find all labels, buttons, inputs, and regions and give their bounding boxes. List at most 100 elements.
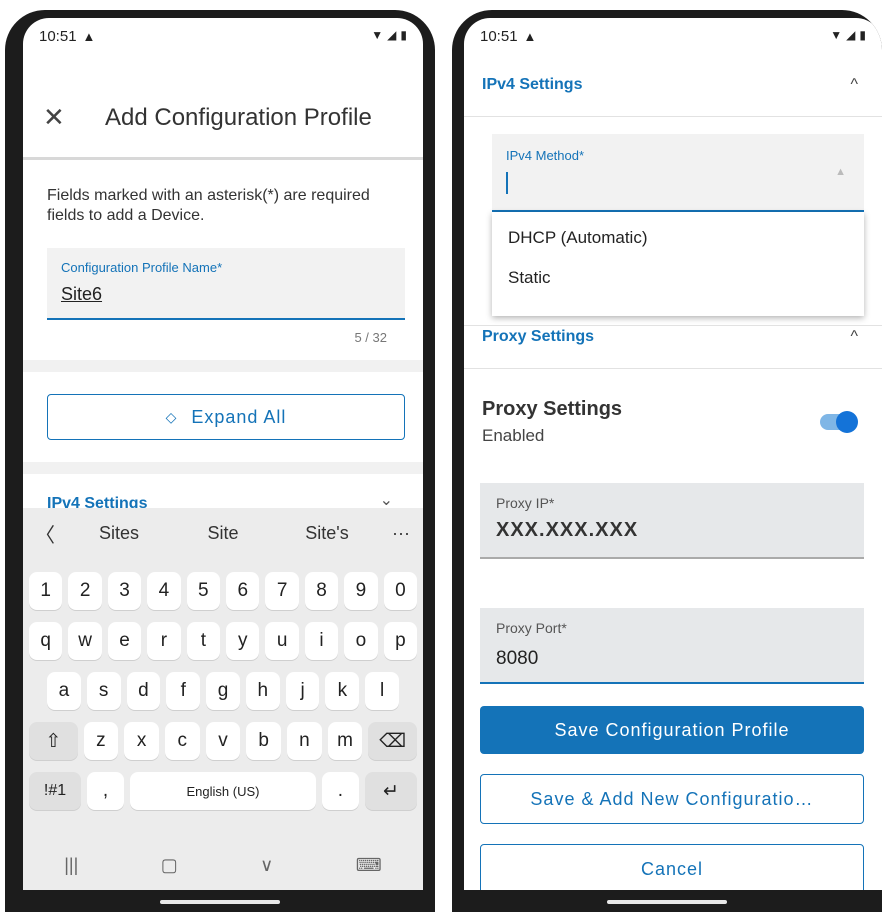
key[interactable]: g bbox=[206, 672, 240, 710]
proxy-toggle-switch[interactable] bbox=[820, 411, 858, 433]
number-row: 1 2 3 4 5 6 7 8 9 0 bbox=[29, 572, 418, 610]
option-static[interactable]: Static bbox=[492, 258, 864, 298]
ipv4-method-label: IPv4 Method* bbox=[506, 148, 585, 163]
proxy-section-header[interactable]: Proxy Settings ^ bbox=[464, 314, 882, 360]
save-profile-button[interactable]: Save Configuration Profile bbox=[480, 706, 864, 754]
backspace-key[interactable]: ⌫ bbox=[368, 722, 417, 760]
enter-key[interactable]: ↵ bbox=[365, 772, 417, 810]
proxy-ip-label: Proxy IP* bbox=[496, 495, 555, 511]
key[interactable]: 4 bbox=[147, 572, 181, 610]
save-and-add-button[interactable]: Save & Add New Configuratio… bbox=[480, 774, 864, 824]
option-dhcp[interactable]: DHCP (Automatic) bbox=[492, 218, 864, 258]
key[interactable]: o bbox=[344, 622, 378, 660]
more-icon[interactable]: ··· bbox=[379, 523, 423, 544]
proxy-ip-field[interactable]: Proxy IP* XXX.XXX.XXX bbox=[480, 483, 864, 559]
key[interactable]: y bbox=[226, 622, 260, 660]
battery-icon: ▮ bbox=[400, 28, 407, 42]
key[interactable]: 9 bbox=[344, 572, 378, 610]
asdf-row: a s d f g h j k l bbox=[47, 672, 400, 710]
home-icon[interactable]: ▢ bbox=[161, 855, 178, 876]
toggle-knob bbox=[836, 411, 858, 433]
key[interactable]: l bbox=[365, 672, 400, 710]
proxy-section-title: Proxy Settings bbox=[482, 328, 595, 345]
key[interactable]: q bbox=[29, 622, 63, 660]
key[interactable]: j bbox=[285, 672, 320, 710]
suggestion-2[interactable]: Site bbox=[171, 523, 275, 544]
key[interactable]: a bbox=[47, 672, 81, 710]
key[interactable]: z bbox=[83, 722, 119, 760]
key[interactable]: n bbox=[287, 722, 322, 760]
key[interactable]: h bbox=[245, 672, 280, 710]
key[interactable]: u bbox=[265, 622, 299, 660]
qwerty-row: q w e r t y u i o p bbox=[29, 622, 418, 660]
chevron-down-icon[interactable]: ⌄ bbox=[380, 490, 393, 510]
key[interactable]: p bbox=[383, 622, 418, 660]
key[interactable]: r bbox=[147, 622, 181, 660]
key[interactable]: x bbox=[124, 722, 159, 760]
suggestion-1[interactable]: Sites bbox=[67, 523, 171, 544]
app-header: ✕ Add Configuration Profile bbox=[23, 78, 423, 160]
ipv4-section-title: IPv4 Settings bbox=[482, 76, 583, 93]
key[interactable]: 6 bbox=[226, 572, 260, 610]
home-indicator bbox=[607, 900, 727, 904]
suggestion-3[interactable]: Site's bbox=[275, 523, 379, 544]
warning-icon: ▲ bbox=[523, 29, 537, 44]
key[interactable]: m bbox=[327, 722, 363, 760]
comma-key[interactable]: , bbox=[87, 772, 125, 810]
text-cursor bbox=[506, 172, 508, 194]
profile-name-value[interactable]: Site6 bbox=[61, 284, 102, 305]
recents-icon[interactable]: ||| bbox=[64, 855, 78, 876]
key[interactable]: 8 bbox=[304, 572, 339, 610]
ipv4-method-select[interactable]: IPv4 Method* ▲ bbox=[492, 134, 864, 212]
expand-all-button[interactable]: ◇ Expand All bbox=[47, 394, 405, 440]
proxy-port-label: Proxy Port* bbox=[496, 620, 567, 636]
key[interactable]: i bbox=[304, 622, 339, 660]
close-icon[interactable]: ✕ bbox=[43, 102, 83, 133]
proxy-toggle-state: Enabled bbox=[482, 426, 545, 445]
proxy-ip-value[interactable]: XXX.XXX.XXX bbox=[496, 519, 638, 542]
key[interactable]: c bbox=[164, 722, 200, 760]
bottom-key-row: !#1 , English (US) . ↵ bbox=[29, 772, 417, 810]
symbols-key[interactable]: !#1 bbox=[29, 772, 81, 810]
profile-name-label: Configuration Profile Name* bbox=[61, 260, 223, 275]
suggestion-bar: 〈 Sites Site Site's ··· bbox=[23, 508, 423, 558]
period-key[interactable]: . bbox=[321, 772, 359, 810]
shift-key[interactable]: ⇧ bbox=[29, 722, 78, 760]
key[interactable]: 5 bbox=[186, 572, 221, 610]
space-key[interactable]: English (US) bbox=[130, 772, 316, 810]
signal-icon: ◢ bbox=[387, 28, 397, 42]
proxy-port-value[interactable]: 8080 bbox=[496, 648, 538, 670]
key[interactable]: w bbox=[68, 622, 102, 660]
key[interactable]: f bbox=[166, 672, 201, 710]
section-divider bbox=[23, 360, 423, 372]
key[interactable]: 7 bbox=[265, 572, 299, 610]
key[interactable]: 1 bbox=[29, 572, 63, 610]
phone-right: 10:51 ▲ ▼ ◢ ▮ IPv4 Settings ^ IPv4 Metho… bbox=[452, 10, 882, 912]
cancel-button[interactable]: Cancel bbox=[480, 844, 864, 890]
status-bar: 10:51 ▲ ▼ ◢ ▮ bbox=[23, 18, 423, 52]
key[interactable]: s bbox=[86, 672, 121, 710]
profile-name-field[interactable]: Configuration Profile Name* Site6 bbox=[47, 248, 405, 320]
key[interactable]: e bbox=[107, 622, 142, 660]
dropdown-arrow-icon[interactable]: ▲ bbox=[835, 166, 846, 178]
key[interactable]: k bbox=[325, 672, 360, 710]
key[interactable]: d bbox=[126, 672, 161, 710]
key[interactable]: t bbox=[186, 622, 221, 660]
key[interactable]: b bbox=[246, 722, 282, 760]
chevron-up-icon[interactable]: ^ bbox=[850, 76, 858, 94]
system-nav-bar: ||| ▢ ∨ ⌨ bbox=[23, 855, 423, 876]
key[interactable]: 3 bbox=[107, 572, 142, 610]
key[interactable]: 2 bbox=[68, 572, 102, 610]
chevron-up-icon[interactable]: ^ bbox=[850, 328, 858, 346]
status-time: 10:51 bbox=[480, 28, 518, 45]
key[interactable]: v bbox=[205, 722, 241, 760]
ipv4-section-header[interactable]: IPv4 Settings ^ bbox=[464, 62, 882, 108]
expand-icon: ◇ bbox=[165, 408, 178, 425]
keyboard-icon[interactable]: ⌨ bbox=[356, 855, 382, 876]
back-icon[interactable]: 〈 bbox=[23, 519, 67, 548]
proxy-port-field[interactable]: Proxy Port* 8080 bbox=[480, 608, 864, 684]
key[interactable]: 0 bbox=[383, 572, 418, 610]
soft-keyboard: 〈 Sites Site Site's ··· 1 2 3 4 5 6 7 8 … bbox=[23, 508, 423, 890]
hide-keyboard-icon[interactable]: ∨ bbox=[260, 855, 273, 876]
char-counter: 5 / 32 bbox=[354, 330, 387, 345]
